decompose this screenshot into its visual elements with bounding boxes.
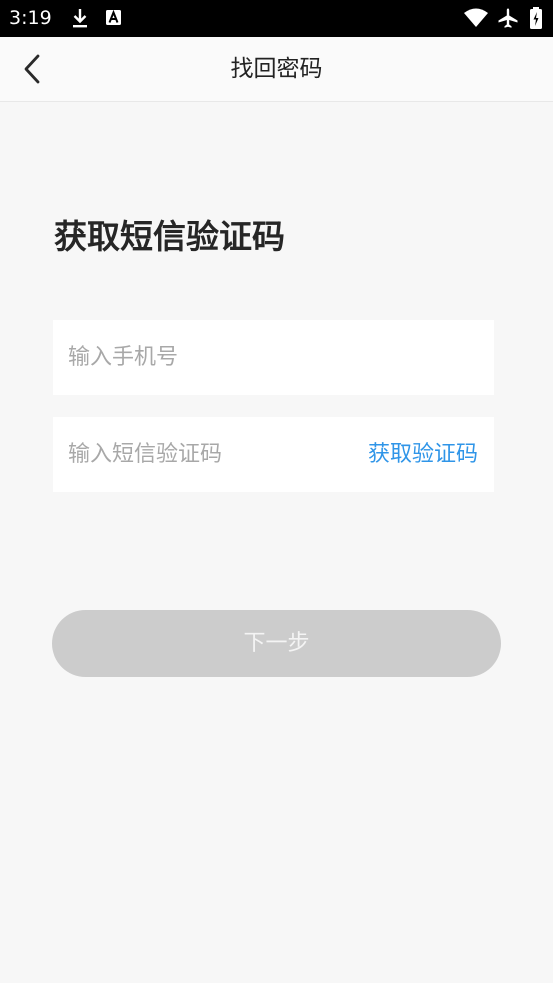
status-time: 3:19	[9, 7, 52, 29]
airplane-mode-icon	[498, 8, 518, 28]
battery-icon	[530, 7, 542, 29]
sms-code-input[interactable]	[68, 417, 338, 492]
phone-field	[53, 320, 494, 395]
phone-input[interactable]	[68, 320, 478, 395]
wifi-icon	[464, 8, 488, 27]
nav-bar: 找回密码	[0, 37, 553, 102]
a-notification-icon	[106, 9, 121, 25]
form-heading: 获取短信验证码	[54, 217, 285, 256]
status-bar: 3:19	[0, 0, 553, 37]
download-icon	[73, 9, 87, 28]
page-title: 找回密码	[230, 56, 323, 82]
code-field: 获取验证码	[53, 417, 494, 492]
get-code-button[interactable]: 获取验证码	[368, 417, 478, 492]
next-button[interactable]: 下一步	[52, 610, 501, 677]
